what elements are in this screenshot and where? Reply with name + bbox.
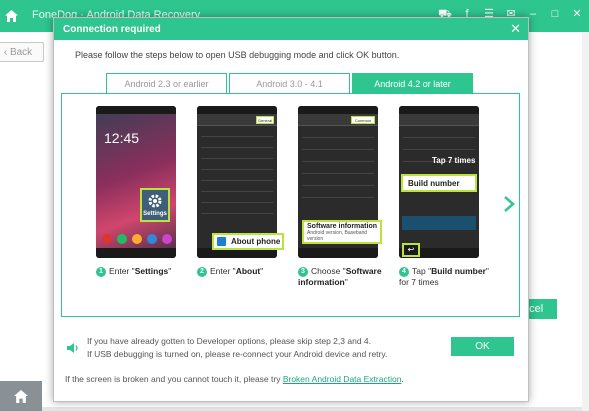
about-phone-label: About phone [231,237,281,246]
software-information-sub: Android version, Baseband version [307,229,368,242]
tap-seven-times-text: Tap 7 times [432,156,476,165]
tab-android-2-3[interactable]: Android 2.3 or earlier [106,73,227,93]
tab-android-4-2[interactable]: Android 4.2 or later [352,73,473,93]
close-icon[interactable]: ✕ [510,21,521,36]
broken-screen-text: If the screen is broken and you cannot t… [65,374,404,384]
gear-icon [148,194,162,208]
android-version-tabs: Android 2.3 or earlier Android 3.0 - 4.1… [106,73,473,93]
speaker-icon [67,343,78,353]
close-app-icon[interactable]: ✕ [571,8,583,20]
note-skip-steps: If you have already gotten to Developer … [87,336,371,346]
clock-widget: 12:45 [104,130,140,146]
build-number-callout: Build number [401,174,477,192]
settings-callout: Settings [143,211,167,217]
settings-app-icon: Settings [140,188,170,222]
step-3-caption: 3 Choose "Software information" [298,266,382,287]
dialog-title: Connection required [63,23,161,35]
step-3-number: 3 [298,266,308,277]
home-icon [14,389,28,403]
step-2-caption: 2 Enter "About" [197,266,287,277]
instruction-text: Please follow the steps below to open US… [75,50,400,60]
step-1-caption: 1 Enter "Settings" [96,266,186,277]
ok-button[interactable]: OK [451,337,514,356]
step-4-number: 4 [399,266,409,277]
bottom-bar [42,407,589,411]
back-key-icon: ↩ [402,243,420,257]
software-information-label: Software information [307,222,378,230]
step-2-number: 2 [197,266,207,277]
step-4-caption: 4 Tap "Build number" for 7 times [399,266,489,287]
step-1-screenshot: 12:45 Settings [96,106,176,258]
bottom-home-button[interactable] [0,381,42,411]
home-icon[interactable] [0,0,22,32]
broken-android-data-extraction-link[interactable]: Broken Android Data Extraction [283,374,402,384]
dialog-header: Connection required ✕ [54,18,528,40]
steps-panel: 12:45 Settings General About phone Commo… [61,93,520,317]
about-phone-callout: About phone [212,233,284,250]
broken-screen-prefix: If the screen is broken and you cannot t… [65,374,283,384]
next-arrow-icon[interactable] [502,195,516,213]
scroll-edge [582,32,589,411]
broken-screen-suffix: . [401,374,404,384]
maximize-icon[interactable]: □ [549,8,561,20]
connection-dialog: Connection required ✕ Please follow the … [53,17,529,402]
step-1-number: 1 [96,266,106,277]
note-reconnect: If USB debugging is turned on, please re… [87,349,388,359]
back-label: Back [9,46,33,58]
info-icon [217,237,226,246]
tab-android-3-0[interactable]: Android 3.0 - 4.1 [229,73,350,93]
back-button[interactable]: ‹ Back [0,42,44,62]
build-number-label: Build number [408,178,460,188]
software-information-callout: Software information Android version, Ba… [302,220,382,244]
